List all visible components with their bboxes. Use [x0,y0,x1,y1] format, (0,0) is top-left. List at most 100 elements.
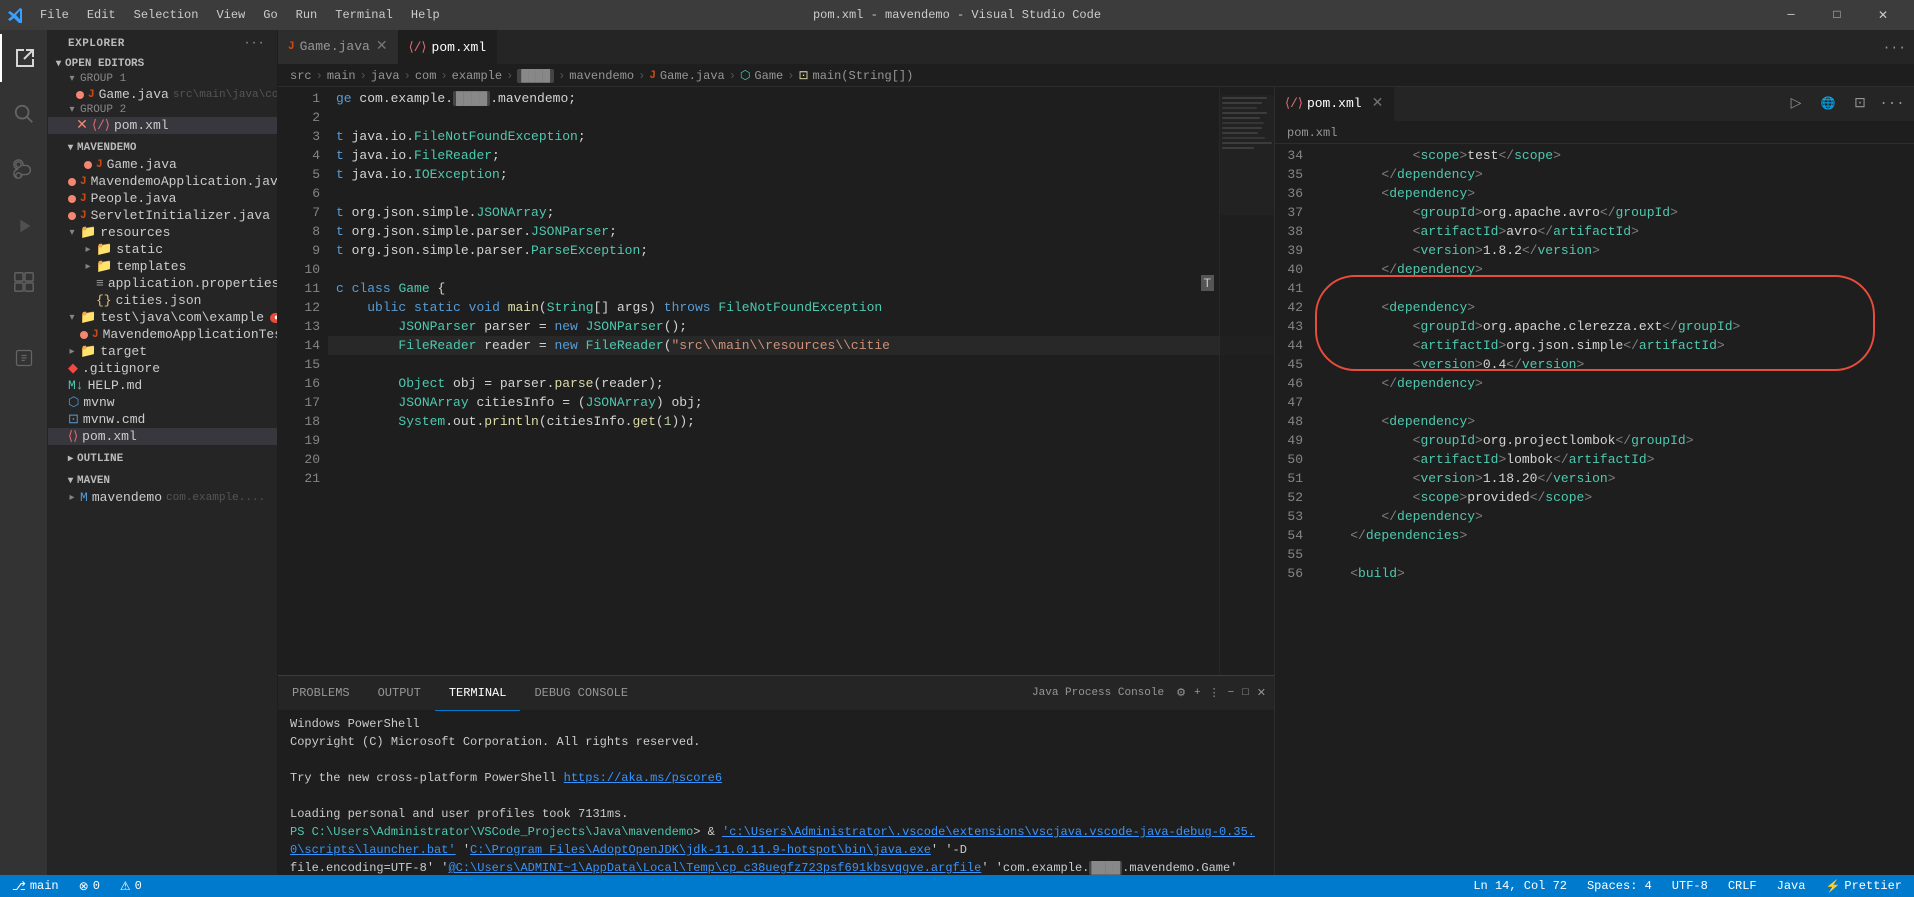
right-run-btn[interactable]: ▷ [1782,90,1810,118]
gitignore-item[interactable]: ◆ .gitignore [48,360,277,377]
line-ending-label: CRLF [1728,879,1757,893]
pom-xml-item[interactable]: ⟨⟩ pom.xml [48,428,277,445]
right-split-btn[interactable]: ⊡ [1846,90,1874,118]
maven-title[interactable]: MAVEN [48,471,277,489]
spaces-label: Spaces: 4 [1587,879,1652,893]
status-line-ending[interactable]: CRLF [1724,879,1761,893]
activity-extensions[interactable] [0,258,48,306]
menu-help[interactable]: Help [403,6,448,24]
gitignore-icon: ◆ [68,361,78,376]
minimize-button[interactable]: ─ [1768,0,1814,30]
argfile-link[interactable]: @C:\Users\ADMINI~1\AppData\Local\Temp\cp… [448,861,981,875]
xml-editor[interactable]: 34 <scope>test</scope> 35 </dependency> … [1275,144,1914,875]
menu-terminal[interactable]: Terminal [327,6,401,24]
error-count: 0 [93,879,100,893]
right-tab-pom[interactable]: ⟨/⟩ pom.xml ✕ [1275,87,1394,121]
activity-run-debug[interactable] [0,202,48,250]
tabs-more-button[interactable]: ··· [1875,30,1914,64]
pscore-link[interactable]: https://aka.ms/pscore6 [564,771,722,785]
maximize-button[interactable]: □ [1814,0,1860,30]
close-icon[interactable]: ✕ [76,120,88,132]
right-pom-close[interactable]: ✕ [1372,95,1384,112]
cities-json-item[interactable]: {} cities.json [48,292,277,309]
tab-pom-xml-left[interactable]: ⟨/⟩ pom.xml [399,30,498,64]
terminal-line-5 [290,787,1262,805]
status-formatter[interactable]: ⚡ Prettier [1821,879,1906,894]
bc-game-class[interactable]: ⬡ Game [740,68,783,83]
mvnw-item[interactable]: ⬡ mvnw [48,394,277,411]
terminal-add-icon[interactable]: + [1194,687,1201,699]
game-java-item[interactable]: J Game.java [48,156,277,173]
help-md-item[interactable]: M↓ HELP.md [48,377,277,394]
static-label: static [116,242,163,257]
tab-problems[interactable]: PROBLEMS [278,676,364,711]
terminal-close-icon[interactable]: ✕ [1257,686,1266,700]
status-spaces[interactable]: Spaces: 4 [1583,879,1656,893]
group1-label: GROUP 1 [80,73,126,85]
terminal-expand-icon[interactable]: □ [1242,687,1249,699]
open-editors-group[interactable]: OPEN EDITORS [48,56,277,72]
bc-example[interactable]: example [452,69,502,83]
menu-go[interactable]: Go [255,6,285,24]
terminal-minimize-icon[interactable]: − [1228,687,1235,699]
bc-src[interactable]: src [290,69,312,83]
status-language[interactable]: Java [1773,879,1810,893]
menu-file[interactable]: File [32,6,77,24]
tab-output[interactable]: OUTPUT [364,676,435,711]
status-encoding[interactable]: UTF-8 [1668,879,1712,893]
close-button[interactable]: ✕ [1860,0,1906,30]
bc-java[interactable]: java [371,69,400,83]
tab-terminal[interactable]: TERMINAL [435,676,521,711]
test-folder[interactable]: ▾ 📁 test\java\com\example ● [48,309,277,326]
bc-main[interactable]: main [327,69,356,83]
left-editor: 12345 678910 1112131415 1617181920 21 ge… [278,87,1274,875]
terminal-line-6: Loading personal and user profiles took … [290,805,1262,823]
status-warnings[interactable]: ⚠ 0 [116,879,146,894]
terminal-split-icon[interactable]: ⋮ [1209,686,1220,700]
app-props-item[interactable]: ≡ application.properties [48,275,277,292]
templates-folder[interactable]: ▸ 📁 templates [48,258,277,275]
open-pom-xml[interactable]: ✕ ⟨/⟩ pom.xml [48,117,277,134]
menu-run[interactable]: Run [288,6,326,24]
bc-com[interactable]: com [415,69,437,83]
servlet-java-item[interactable]: J ServletInitializer.java [48,207,277,224]
terminal-gear-icon[interactable]: ⚙ [1176,686,1186,700]
menu-edit[interactable]: Edit [79,6,124,24]
activity-java[interactable] [0,334,48,382]
line-col-label: Ln 14, Col 72 [1473,879,1567,893]
static-folder[interactable]: ▸ 📁 static [48,241,277,258]
menu-view[interactable]: View [208,6,253,24]
activity-search[interactable] [0,90,48,138]
tab-game-java-close[interactable]: ✕ [376,38,388,55]
java-link[interactable]: C:\Program Files\AdoptOpenJDK\jdk-11.0.1… [470,843,931,857]
code-editor[interactable]: 12345 678910 1112131415 1617181920 21 ge… [278,87,1274,675]
status-git[interactable]: ⎇ main [8,879,63,894]
open-game-java[interactable]: J Game.java src\main\java\co... [48,86,277,103]
bc-gamejava[interactable]: J Game.java [649,69,724,83]
activity-explorer[interactable] [0,34,48,82]
mavendemo-app-item[interactable]: J MavendemoApplication.java [48,173,277,190]
status-errors[interactable]: ⊗ 0 [75,879,104,894]
bc-mavendemo[interactable]: mavendemo [569,69,634,83]
code-line-3: t java.io.FileNotFoundException; [328,127,1274,146]
tab-game-java[interactable]: J Game.java ✕ [278,30,399,64]
maven-app-tests-item[interactable]: J MavendemoApplicationTests... [48,326,277,343]
people-java-item[interactable]: J People.java [48,190,277,207]
mavendemo-title[interactable]: MAVENDEMO [48,138,277,156]
activity-source-control[interactable] [0,146,48,194]
code-content[interactable]: ge com.example.████.mavendemo; t java.io… [328,87,1274,675]
terminal-content[interactable]: Windows PowerShell Copyright (C) Microso… [278,711,1274,875]
maven-mavendemo[interactable]: ▸ M mavendemo com.example.... [48,489,277,506]
sidebar-more-icon[interactable]: ··· [244,38,265,50]
menu-selection[interactable]: Selection [126,6,207,24]
bc-main-method[interactable]: ⊡ main(String[]) [798,68,913,83]
outline-title[interactable]: OUTLINE [48,449,277,467]
target-folder[interactable]: ▸ 📁 target [48,343,277,360]
right-browser-btn[interactable]: 🌐 [1814,90,1842,118]
bc-redacted[interactable]: ████ [517,69,554,83]
resources-folder[interactable]: ▾ 📁 resources [48,224,277,241]
right-more-btn[interactable]: ··· [1878,90,1906,118]
mvnw-cmd-item[interactable]: ⊡ mvnw.cmd [48,411,277,428]
status-line-col[interactable]: Ln 14, Col 72 [1469,879,1571,893]
tab-debug-console[interactable]: DEBUG CONSOLE [520,676,642,711]
